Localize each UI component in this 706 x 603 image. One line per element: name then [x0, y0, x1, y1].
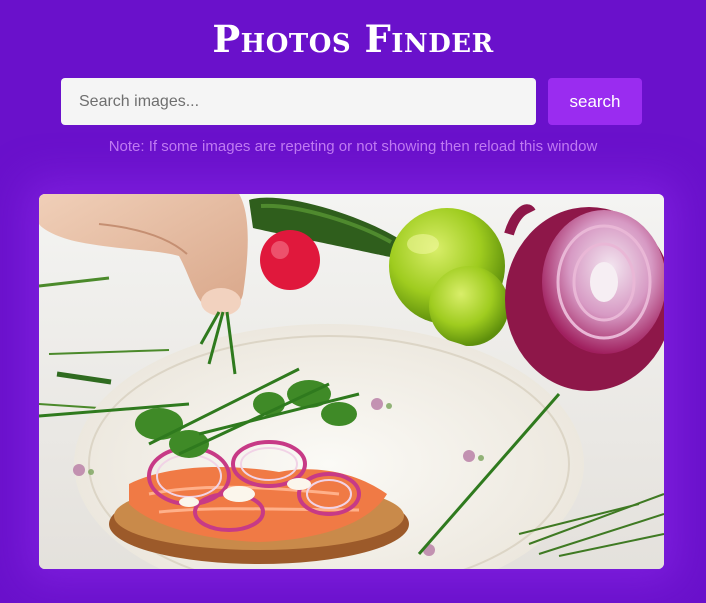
search-bar: search: [61, 78, 642, 125]
search-input[interactable]: [61, 78, 536, 125]
reload-note: Note: If some images are repeting or not…: [108, 138, 598, 155]
search-button[interactable]: search: [548, 78, 642, 125]
page-title: Photos Finder: [212, 17, 494, 61]
food-photo[interactable]: [39, 194, 664, 569]
image-gallery: [39, 194, 664, 569]
